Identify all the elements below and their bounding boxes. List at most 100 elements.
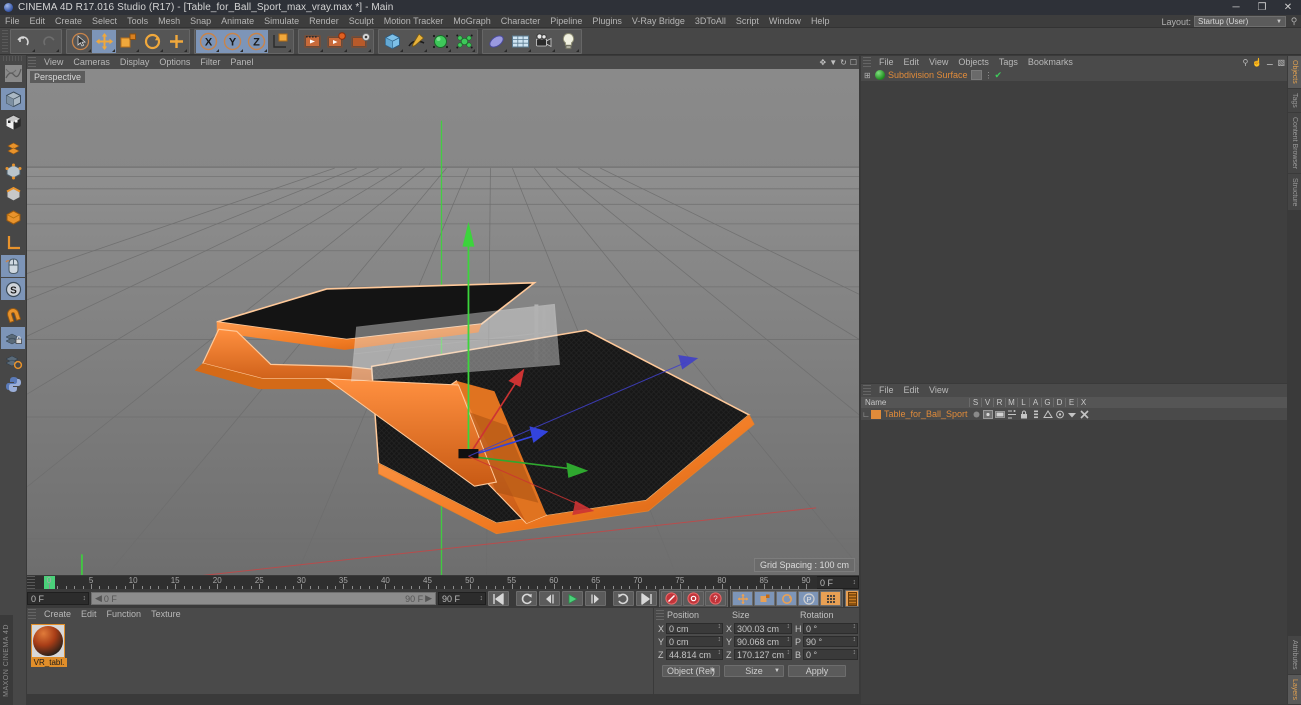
menu-item-create[interactable]: Create xyxy=(50,15,87,28)
layer-list[interactable]: ∟ Table_for_Ball_Sport xyxy=(861,408,1287,704)
axis-mode-icon[interactable] xyxy=(1,232,25,254)
dropdown-corner-icon[interactable] xyxy=(184,48,187,52)
coord-input-rotation-h[interactable]: 0 ° ↕ xyxy=(803,623,858,634)
rotation-key-icon[interactable] xyxy=(776,591,797,606)
coord-input-size-z[interactable]: 170.127 cm ↕ xyxy=(734,649,792,660)
move-plus-icon[interactable] xyxy=(164,30,188,53)
go-to-start-icon[interactable] xyxy=(488,591,509,606)
menu-item-help[interactable]: Help xyxy=(806,15,835,28)
apply-button[interactable]: Apply xyxy=(788,665,846,677)
next-frame-icon[interactable] xyxy=(585,591,606,606)
dropdown-corner-icon[interactable] xyxy=(400,48,403,52)
menu-item-tools[interactable]: Tools xyxy=(122,15,153,28)
layer-row[interactable]: ∟ Table_for_Ball_Sport xyxy=(861,408,1287,420)
previous-frame-icon[interactable] xyxy=(539,591,560,606)
timeline-end-field[interactable]: 90 F ↕ xyxy=(438,592,486,605)
spinner-icon[interactable]: ↕ xyxy=(83,595,87,602)
minimize-icon[interactable]: ⚊ xyxy=(1266,58,1273,67)
layer-column-l[interactable]: L xyxy=(1017,398,1029,407)
solo-dot-icon[interactable] xyxy=(970,410,982,419)
coord-input-rotation-b[interactable]: 0 ° ↕ xyxy=(803,649,858,660)
layer-menu-view[interactable]: View xyxy=(924,384,953,397)
maximize-button[interactable]: ❐ xyxy=(1249,0,1275,15)
scale-key-icon[interactable] xyxy=(754,591,775,606)
menu-item-motion-tracker[interactable]: Motion Tracker xyxy=(379,15,449,28)
dropdown-corner-icon[interactable] xyxy=(264,48,267,52)
layer-column-g[interactable]: G xyxy=(1041,398,1053,407)
object-manager-grip[interactable] xyxy=(863,57,871,68)
menu-item-select[interactable]: Select xyxy=(87,15,122,28)
menu-item-character[interactable]: Character xyxy=(496,15,546,28)
menu-item-sculpt[interactable]: Sculpt xyxy=(344,15,379,28)
layer-column-a[interactable]: A xyxy=(1029,398,1041,407)
coord-input-position-y[interactable]: 0 cm ↕ xyxy=(666,636,723,647)
spinner-icon[interactable]: ↕ xyxy=(853,649,857,656)
play-forward-icon[interactable] xyxy=(562,591,583,606)
coord-input-position-x[interactable]: 0 cm ↕ xyxy=(666,623,723,634)
layer-column-d[interactable]: D xyxy=(1053,398,1065,407)
object-menu-bookmarks[interactable]: Bookmarks xyxy=(1023,56,1078,69)
right-tab-layers[interactable]: Layers xyxy=(1288,674,1301,705)
spinner-icon[interactable]: ↕ xyxy=(853,636,857,643)
python-icon[interactable] xyxy=(1,373,25,395)
viewport-menu-display[interactable]: Display xyxy=(115,56,155,69)
world-object-axis-icon[interactable] xyxy=(268,30,292,53)
dropdown-corner-icon[interactable] xyxy=(368,48,371,52)
spinner-icon[interactable]: ↕ xyxy=(853,623,857,630)
model-mode-icon[interactable] xyxy=(1,88,25,110)
layer-manager-grip[interactable] xyxy=(863,385,871,396)
dropdown-corner-icon[interactable] xyxy=(112,48,115,52)
viewport-menu-grip[interactable] xyxy=(28,57,36,68)
layer-menu-edit[interactable]: Edit xyxy=(899,384,925,397)
maximize-icon[interactable]: ☐ xyxy=(850,58,857,67)
timeline-ruler[interactable]: 0 5 10 15 20 25 30 35 40 45 50 55 60 65 70 75 80 85 90 0 F… xyxy=(27,576,859,589)
menu-item-animate[interactable]: Animate xyxy=(216,15,259,28)
menu-item-plugins[interactable]: Plugins xyxy=(587,15,627,28)
dropdown-corner-icon[interactable] xyxy=(288,48,291,52)
loop-icon[interactable] xyxy=(613,591,634,606)
camera-icon[interactable] xyxy=(532,30,556,53)
right-tab-structure[interactable]: Structure xyxy=(1288,173,1301,212)
object-mode-icon[interactable] xyxy=(1,111,25,133)
dropdown-corner-icon[interactable] xyxy=(32,48,35,52)
timeline-grip[interactable] xyxy=(27,576,35,589)
animation-icon[interactable] xyxy=(1030,410,1042,419)
dropdown-corner-icon[interactable] xyxy=(344,48,347,52)
dropdown-corner-icon[interactable] xyxy=(424,48,427,52)
layer-expander-icon[interactable]: ∟ xyxy=(861,410,871,419)
spinner-icon[interactable]: ↕ xyxy=(787,623,791,630)
rotate-icon[interactable] xyxy=(140,30,164,53)
layer-column-x[interactable]: X xyxy=(1077,398,1089,407)
dropdown-corner-icon[interactable] xyxy=(56,48,59,52)
keyframe-selection-icon[interactable]: ? xyxy=(705,591,726,606)
menu-item-mograph[interactable]: MoGraph xyxy=(448,15,496,28)
visibility-dots-icon[interactable]: ⋮ xyxy=(985,71,993,80)
dropdown-corner-icon[interactable] xyxy=(528,48,531,52)
manager-icon[interactable] xyxy=(1006,409,1018,419)
right-tab-attributes[interactable]: Attributes xyxy=(1288,636,1301,675)
material-menu-grip[interactable] xyxy=(28,609,36,619)
texture-mode-icon[interactable] xyxy=(1,206,25,228)
workplane-rotate-icon[interactable] xyxy=(1,350,25,372)
menu-item-render[interactable]: Render xyxy=(304,15,344,28)
toolbar-grip[interactable] xyxy=(2,29,8,53)
object-tree[interactable]: ⊞ Subdivision Surface ⋮ ✔ xyxy=(861,69,1287,383)
spinner-icon[interactable]: ↕ xyxy=(718,636,722,643)
spinner-icon[interactable]: ↕ xyxy=(787,636,791,643)
move-icon[interactable] xyxy=(92,29,116,53)
material-sphere-preview[interactable] xyxy=(31,624,65,658)
render-icon[interactable] xyxy=(994,410,1006,419)
material-list[interactable]: VR_tabl. xyxy=(27,620,653,694)
right-tab-objects[interactable]: Objects xyxy=(1288,56,1301,89)
floor-icon[interactable] xyxy=(508,30,532,53)
object-menu-tags[interactable]: Tags xyxy=(994,56,1023,69)
expression-icon[interactable] xyxy=(1066,410,1078,419)
x-axis-icon[interactable]: X xyxy=(196,29,220,53)
layer-column-v[interactable]: V xyxy=(981,398,993,407)
dropdown-corner-icon[interactable] xyxy=(136,48,139,52)
dropdown-corner-icon[interactable] xyxy=(576,48,579,52)
point-level-anim-icon[interactable] xyxy=(820,591,841,606)
coord-input-size-y[interactable]: 90.068 cm ↕ xyxy=(734,636,792,647)
redo-icon[interactable] xyxy=(36,30,60,53)
undo-icon[interactable] xyxy=(12,30,36,53)
